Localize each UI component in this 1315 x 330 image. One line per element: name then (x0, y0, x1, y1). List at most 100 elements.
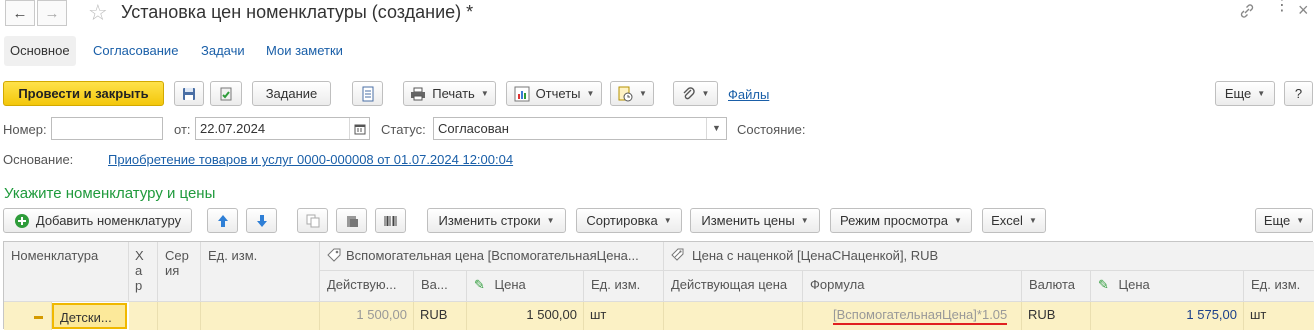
cell-aux-currency-value: RUB (420, 307, 448, 322)
header-aux-currency[interactable]: Ва... (414, 271, 467, 302)
post-button[interactable] (210, 81, 242, 106)
header-mk-unit-label: Ед. изм. (1251, 277, 1301, 292)
header-aux-unit[interactable]: Ед. изм. (584, 271, 664, 302)
cell-aux-current: 1 500,00 (320, 302, 414, 330)
cell-mk-unit[interactable]: шт (1244, 302, 1314, 330)
more-vertical-icon[interactable]: ⋮ (1274, 0, 1290, 14)
header-char[interactable]: Х а р (129, 242, 158, 302)
cell-item[interactable]: Детски... (52, 303, 127, 329)
status-field[interactable]: Согласован ▼ (433, 117, 727, 140)
view-mode-label: Режим просмотра (840, 213, 949, 228)
copy-button[interactable] (297, 208, 328, 233)
header-aux-price-group[interactable]: Вспомогательная цена [ВспомогательнаяЦен… (320, 242, 664, 271)
post-and-close-button[interactable]: Провести и закрыть (3, 81, 164, 106)
chevron-down-icon: ▼ (1296, 216, 1305, 225)
barcode-button[interactable] (375, 208, 406, 233)
header-markup-price-group[interactable]: Цена с наценкой [ЦенаСНаценкой], RUB (664, 242, 1314, 271)
arrow-down-icon (256, 214, 268, 228)
cell-aux-currency[interactable]: RUB (414, 302, 467, 330)
more-button[interactable]: Еще ▼ (1215, 81, 1275, 106)
tab-approval[interactable]: Согласование (93, 43, 178, 58)
cell-series[interactable] (158, 302, 201, 330)
cell-aux-unit[interactable]: шт (584, 302, 664, 330)
header-aux-current-label: Действую... (327, 277, 397, 292)
header-mk-currency-label: Валюта (1029, 277, 1075, 292)
cell-mk-currency[interactable]: RUB (1022, 302, 1091, 330)
status-label: Статус: (381, 122, 426, 137)
help-button[interactable]: ? (1284, 81, 1313, 106)
tab-my-notes[interactable]: Мои заметки (266, 43, 343, 58)
change-prices-label: Изменить цены (701, 213, 795, 228)
view-mode-button[interactable]: Режим просмотра ▼ (830, 208, 972, 233)
cell-mk-formula-value: [ВспомогательнаяЦена]*1.05 (833, 307, 1008, 325)
close-icon[interactable]: × (1298, 0, 1309, 21)
save-button[interactable] (174, 81, 204, 106)
task-button[interactable]: Задание (252, 81, 331, 106)
price-tag-icon (327, 248, 341, 262)
arrow-right-icon: → (44, 4, 60, 22)
tab-main[interactable]: Основное (4, 36, 76, 66)
table-row[interactable]: Детски... 1 500,00 RUB 1 500,00 шт [Вспо… (4, 302, 1314, 330)
cell-aux-price[interactable]: 1 500,00 (467, 302, 584, 330)
arrow-left-icon: ← (12, 4, 28, 22)
cell-mk-price-value: 1 575,00 (1186, 307, 1237, 322)
cell-mk-price[interactable]: 1 575,00 (1091, 302, 1244, 330)
header-mk-unit[interactable]: Ед. изм. (1244, 271, 1314, 302)
chevron-down-icon: ▼ (701, 89, 710, 98)
header-aux-current[interactable]: Действую... (320, 271, 414, 302)
reports-button[interactable]: Отчеты ▼ (506, 81, 602, 106)
chevron-down-icon: ▼ (586, 89, 595, 98)
header-series-label: Сер ия (165, 248, 189, 278)
sorting-button[interactable]: Сортировка ▼ (576, 208, 682, 233)
add-item-button[interactable]: Добавить номенклатуру (3, 208, 192, 233)
cell-unit[interactable] (201, 302, 320, 330)
header-mk-price[interactable]: ✎ Цена (1091, 271, 1244, 302)
structure-button[interactable] (352, 81, 383, 106)
header-aux-price[interactable]: ✎ Цена (467, 271, 584, 302)
move-up-button[interactable] (207, 208, 238, 233)
header-mk-currency[interactable]: Валюта (1022, 271, 1091, 302)
cell-mk-formula[interactable]: [ВспомогательнаяЦена]*1.05 (803, 302, 1022, 330)
paste-button[interactable] (336, 208, 367, 233)
number-field[interactable] (51, 117, 163, 140)
change-prices-button[interactable]: Изменить цены ▼ (690, 208, 820, 233)
row-marker-icon (34, 316, 43, 319)
header-mk-current[interactable]: Действующая цена (664, 271, 803, 302)
header-unit[interactable]: Ед. изм. (201, 242, 320, 302)
files-link[interactable]: Файлы (728, 87, 769, 102)
section-title: Укажите номенклатуру и цены (4, 185, 216, 202)
paperclip-icon (682, 86, 696, 102)
chevron-down-icon: ▼ (546, 216, 555, 225)
move-down-button[interactable] (246, 208, 277, 233)
header-mk-formula[interactable]: Формула (803, 271, 1022, 302)
back-button[interactable]: ← (5, 0, 35, 26)
chevron-down-icon: ▼ (639, 89, 647, 98)
print-button[interactable]: Печать ▼ (403, 81, 496, 106)
table-more-button[interactable]: Еще ▼ (1255, 208, 1313, 233)
header-item[interactable]: Номенклатура (4, 242, 129, 302)
excel-button[interactable]: Excel ▼ (982, 208, 1046, 233)
favorite-star-icon[interactable]: ☆ (88, 0, 108, 26)
chevron-down-icon: ▼ (663, 216, 672, 225)
date-field[interactable]: 22.07.2024 (195, 117, 370, 140)
tab-tasks[interactable]: Задачи (201, 43, 245, 58)
state-label: Состояние: (737, 122, 806, 137)
chevron-down-icon[interactable]: ▼ (706, 118, 726, 139)
document-list-icon (361, 86, 375, 102)
header-markup-group-label: Цена с наценкой [ЦенаСНаценкой], RUB (692, 248, 939, 263)
forward-button[interactable]: → (37, 0, 67, 26)
calendar-icon[interactable] (349, 118, 369, 139)
change-rows-button[interactable]: Изменить строки ▼ (427, 208, 566, 233)
cell-char[interactable] (129, 302, 158, 330)
reports-label: Отчеты (535, 86, 581, 101)
create-based-on-button[interactable]: ▼ (610, 81, 654, 106)
arrow-up-icon (217, 214, 229, 228)
header-aux-group-label: Вспомогательная цена [ВспомогательнаяЦен… (346, 248, 639, 263)
attachments-button[interactable]: ▼ (673, 81, 718, 106)
link-icon[interactable] (1238, 2, 1256, 20)
basis-link[interactable]: Приобретение товаров и услуг 0000-000008… (108, 152, 513, 167)
header-mk-current-label: Действующая цена (671, 277, 788, 292)
save-disk-icon (181, 86, 197, 102)
header-series[interactable]: Сер ия (158, 242, 201, 302)
price-tags-icon (671, 248, 687, 262)
